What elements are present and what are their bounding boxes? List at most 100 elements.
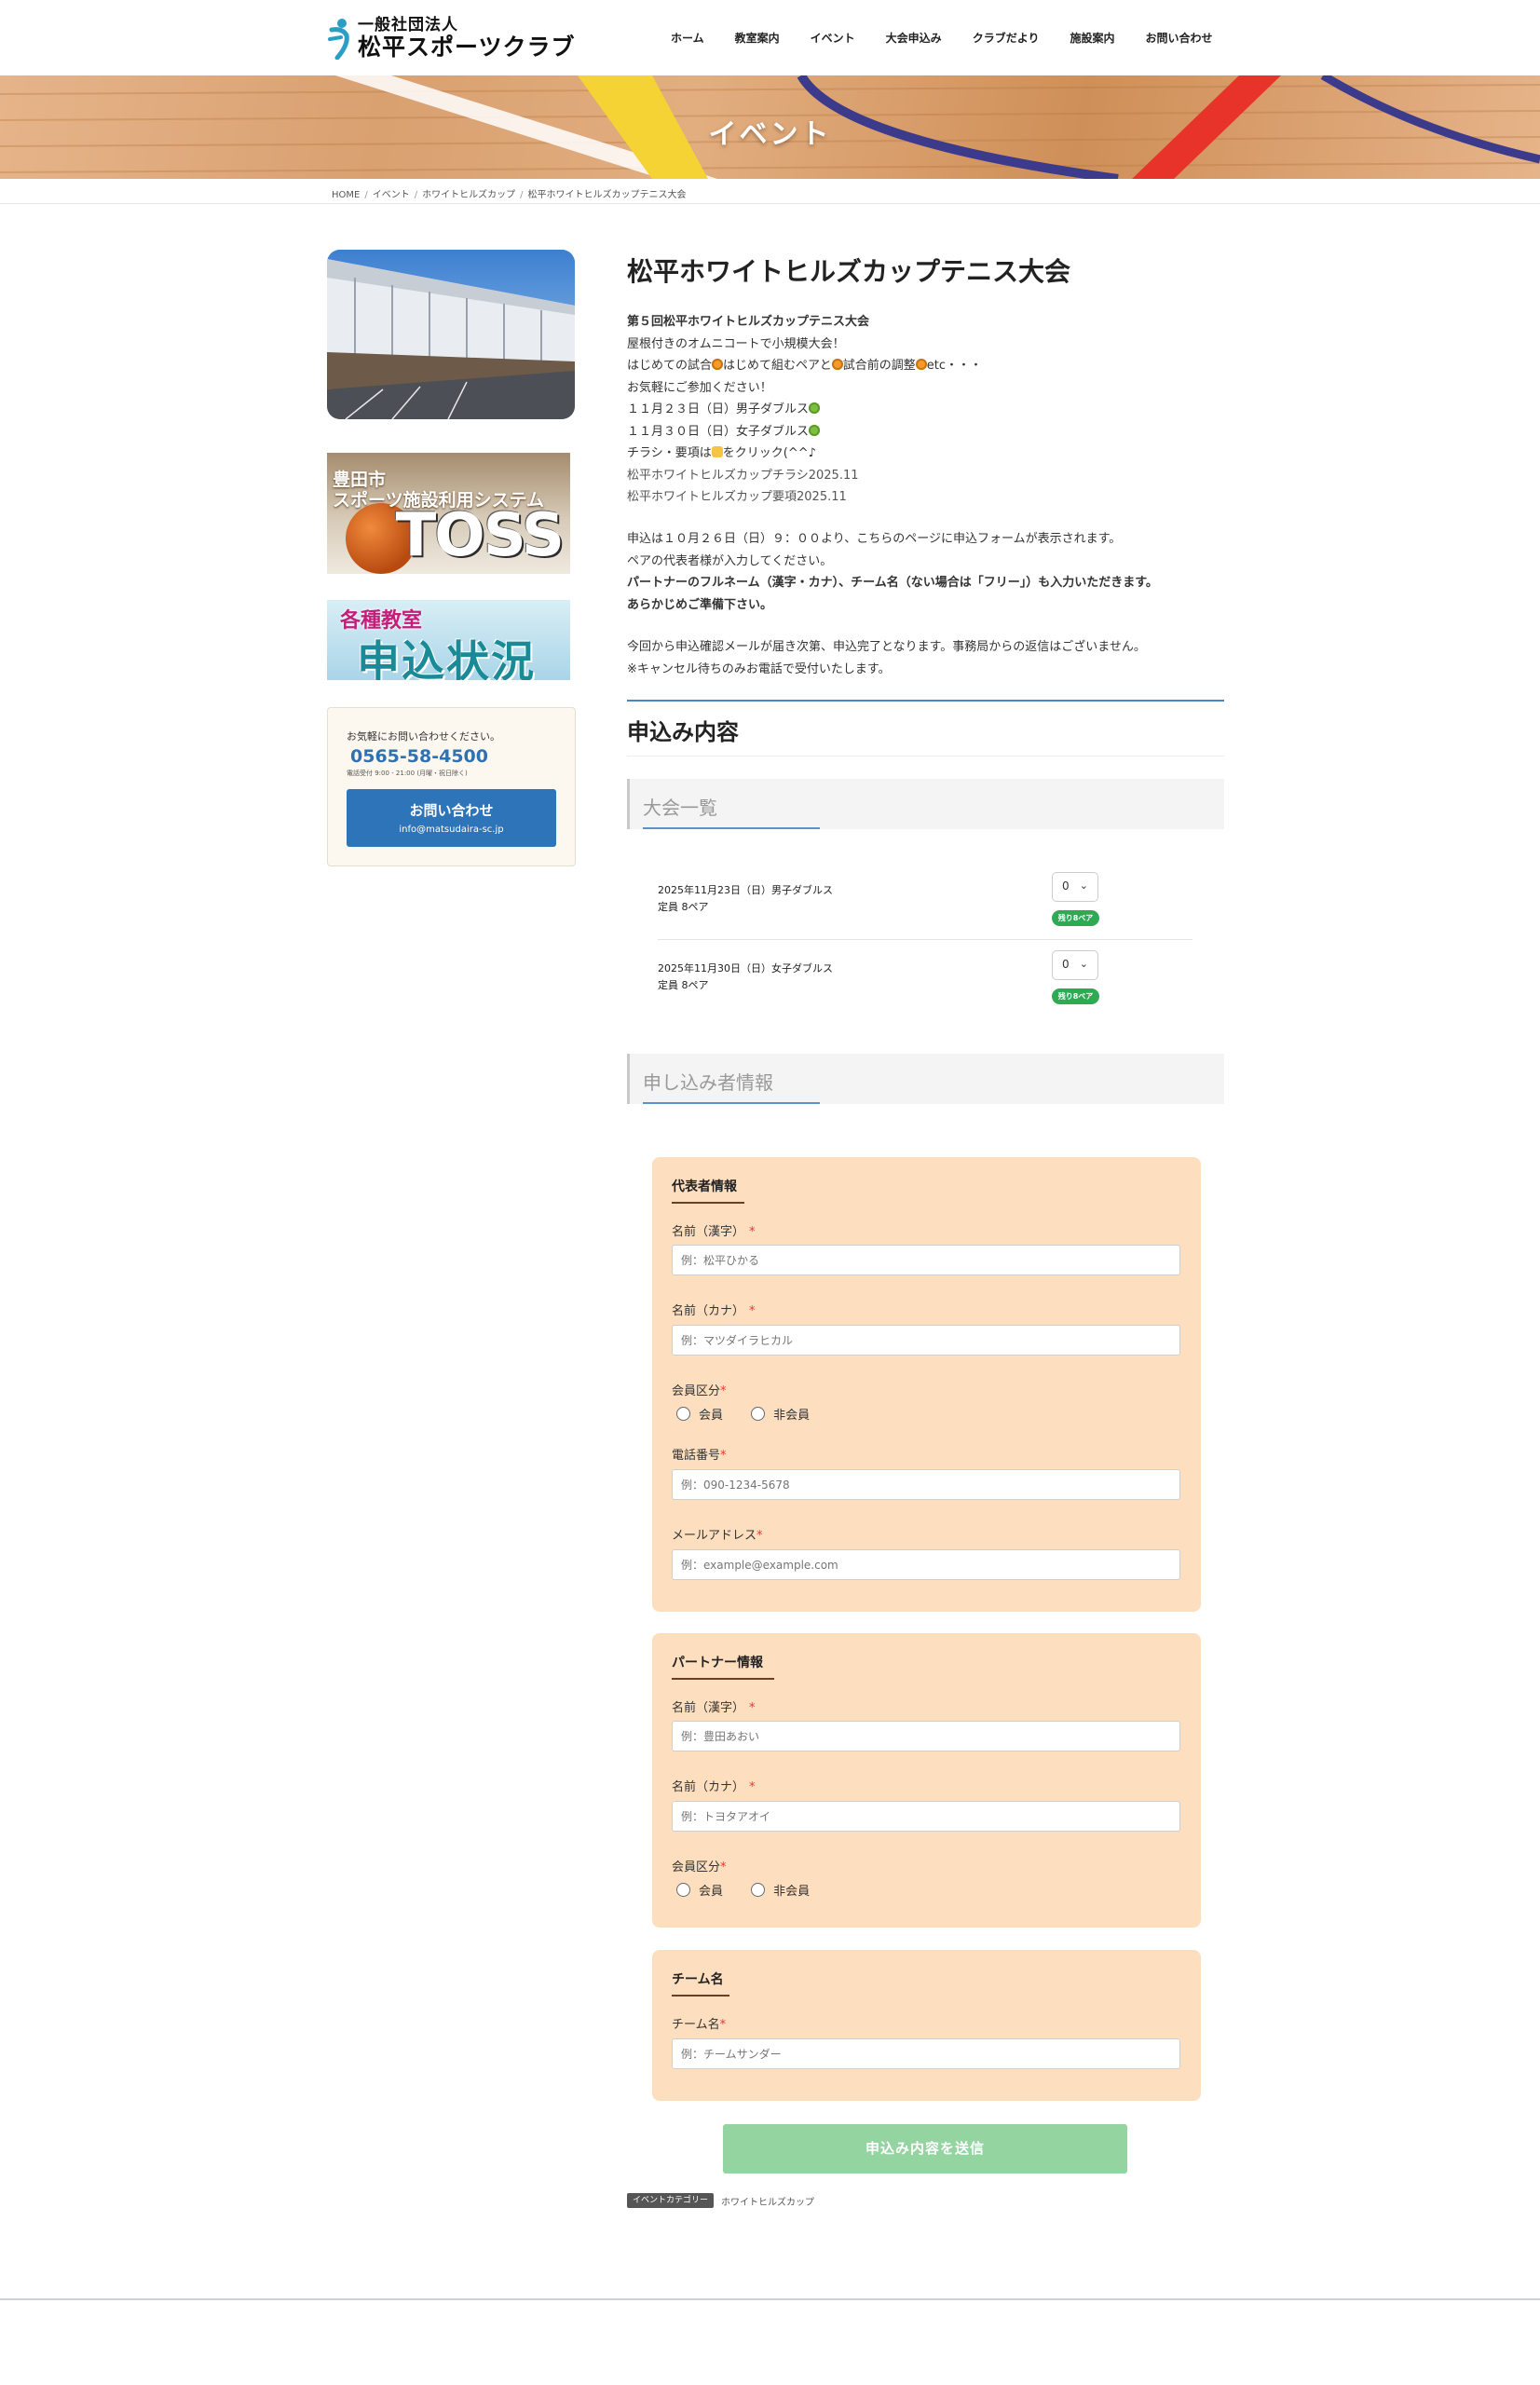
pointing-hand-icon: [711, 446, 723, 457]
breadcrumb: HOME / イベント / ホワイトヒルズカップ / 松平ホワイトヒルズカップテニス大会: [332, 190, 687, 200]
intro-line: １１月３０日（日）女子ダブルス: [627, 421, 982, 443]
logo-title: 松平スポーツクラブ: [358, 34, 576, 61]
entry-info: 申込は１０月２６日（日）９：００より、こちらのページに申込フォームが表示されます…: [627, 528, 1158, 616]
partner-non-member-radio[interactable]: [751, 1883, 766, 1897]
entry-info-line: パートナーのフルネーム（漢字・カナ）、チーム名（ない場合は「フリー」）も入力いた…: [627, 576, 1158, 590]
intro-heading: 第５回松平ホワイトヒルズカップテニス大会: [627, 315, 870, 329]
event-date: 2025年11月30日（日）女子ダブルス: [658, 962, 833, 974]
contact-phone[interactable]: 0565-58-4500: [350, 746, 488, 767]
intro-line: チラシ・要項は をクリック(^^♪: [627, 446, 816, 460]
entry-info-line: ペアの代表者様が入力してください。: [627, 553, 833, 568]
partner-member-radio[interactable]: [676, 1883, 690, 1897]
nav-classes[interactable]: 教室案内: [735, 30, 780, 46]
partner-name-kanji-input[interactable]: [672, 1721, 1180, 1751]
representative-title: 代表者情報: [672, 1179, 737, 1194]
contact-box: お気軽にお問い合わせください。 0565-58-4500 電話受付 9:00 -…: [327, 707, 576, 866]
events-heading-label: 大会一覧: [643, 797, 717, 819]
applicant-heading-underline: [643, 1102, 820, 1104]
representative-form: 代表者情報 名前（漢字）* 名前（カナ）* 会員区分* 会員 非会員 電話番号*…: [652, 1157, 1201, 1612]
member-radio-label[interactable]: 会員: [699, 1409, 723, 1423]
nav-facilities[interactable]: 施設案内: [1070, 30, 1114, 46]
non-member-radio-label[interactable]: 非会員: [773, 1409, 810, 1423]
page-title: 松平ホワイトヒルズカップテニス大会: [627, 256, 1071, 287]
nav-events[interactable]: イベント: [811, 30, 855, 46]
facility-photo: [327, 250, 575, 419]
guidelines-link[interactable]: 松平ホワイトヒルズカップ要項2025.11: [627, 486, 982, 509]
team-title: チーム名: [672, 1972, 724, 1987]
flyer-link[interactable]: 松平ホワイトヒルズカップチラシ2025.11: [627, 465, 982, 487]
email-label: メールアドレス*: [672, 1529, 763, 1543]
team-form: チーム名 チーム名*: [652, 1950, 1201, 2101]
breadcrumb-category[interactable]: ホワイトヒルズカップ: [422, 190, 515, 200]
partner-non-member-radio-label[interactable]: 非会員: [773, 1885, 810, 1899]
submit-button[interactable]: 申込み内容を送信: [723, 2124, 1127, 2174]
entry-info-line: あらかじめご準備下さい。: [627, 597, 773, 612]
tennis-ball-icon: [809, 424, 821, 436]
confirmation-line: 今回から申込確認メールが届き次第、申込完了となります。事務局からの返信はございま…: [627, 640, 1146, 654]
name-kana-input[interactable]: [672, 1325, 1180, 1356]
title-underline: [672, 1995, 729, 1997]
contact-intro: お気軽にお問い合わせください。: [347, 730, 500, 743]
category-link[interactable]: ホワイトヒルズカップ: [721, 2194, 814, 2208]
nav-home[interactable]: ホーム: [671, 30, 704, 46]
contact-button[interactable]: お問い合わせ info@matsudaira-sc.jp: [347, 789, 556, 847]
logo-subtitle: 一般社団法人: [358, 16, 458, 34]
contact-button-label: お問い合わせ: [409, 802, 494, 819]
breadcrumb-events[interactable]: イベント: [373, 190, 410, 200]
site-header: 一般社団法人 松平スポーツクラブ ホーム 教室案内 イベント 大会申込み クラブ…: [0, 0, 1540, 75]
chevron-down-icon: ⌄: [1079, 958, 1088, 970]
name-kana-label: 名前（カナ） *: [672, 1304, 756, 1318]
class-banner-title: 申込状況: [357, 636, 536, 680]
nav-contact[interactable]: お問い合わせ: [1145, 30, 1212, 46]
confirmation-line: ※キャンセル待ちのみお電話で受付いたします。: [627, 661, 891, 676]
breadcrumb-divider: [0, 203, 1540, 204]
title-underline: [672, 1678, 774, 1680]
toss-system-banner[interactable]: 豊田市 スポーツ施設利用システム TOSS: [327, 453, 570, 574]
basketball-emoji-icon: [712, 359, 724, 370]
tennis-ball-icon: [809, 402, 821, 414]
confirmation-info: 今回から申込確認メールが届き次第、申込完了となります。事務局からの返信はございま…: [627, 636, 1146, 680]
team-name-label: チーム名*: [672, 2018, 727, 2032]
partner-member-type-radios: 会員 非会員: [676, 1881, 834, 1899]
quantity-select[interactable]: 0 ⌄: [1052, 872, 1098, 902]
member-type-radios: 会員 非会員: [676, 1405, 834, 1423]
partner-name-kanji-label: 名前（漢字） *: [672, 1701, 756, 1715]
non-member-radio[interactable]: [751, 1407, 766, 1421]
hero-title: イベント: [708, 118, 832, 151]
breadcrumb-home[interactable]: HOME: [332, 190, 360, 200]
intro-line: 屋根付きのオムニコートで小規模大会！: [627, 336, 845, 351]
member-radio[interactable]: [676, 1407, 690, 1421]
event-capacity: 定員 8ペア: [658, 979, 709, 991]
member-type-label: 会員区分*: [672, 1384, 727, 1398]
partner-title: パートナー情報: [672, 1656, 763, 1670]
site-logo[interactable]: 一般社団法人 松平スポーツクラブ: [328, 17, 576, 60]
partner-name-kana-label: 名前（カナ） *: [672, 1780, 756, 1794]
contact-hours: 電話受付 9:00 - 21:00 (月曜・祝日除く): [347, 770, 468, 777]
partner-name-kana-input[interactable]: [672, 1801, 1180, 1832]
intro-line: はじめての試合 はじめて組むペアと 試合前の調整 etc・・・: [627, 359, 983, 373]
nav-club-news[interactable]: クラブだより: [973, 30, 1040, 46]
applicant-heading-label: 申し込み者情報: [643, 1071, 773, 1094]
team-name-input[interactable]: [672, 2038, 1180, 2069]
event-capacity: 定員 8ペア: [658, 901, 709, 913]
global-nav: ホーム 教室案内 イベント 大会申込み クラブだより 施設案内 お問い合わせ: [671, 30, 1243, 46]
logo-mark-icon: [328, 17, 352, 60]
footer-divider: [0, 2298, 1540, 2300]
partner-form: パートナー情報 名前（漢字）* 名前（カナ）* 会員区分* 会員 非会員: [652, 1633, 1201, 1928]
title-underline: [672, 1202, 744, 1204]
hero-banner: イベント: [0, 75, 1540, 179]
email-input[interactable]: [672, 1549, 1180, 1580]
phone-input[interactable]: [672, 1469, 1180, 1500]
quantity-select[interactable]: 0 ⌄: [1052, 950, 1098, 980]
name-kanji-input[interactable]: [672, 1245, 1180, 1275]
partner-member-radio-label[interactable]: 会員: [699, 1885, 723, 1899]
basketball-emoji-icon: [831, 359, 843, 370]
chevron-down-icon: ⌄: [1079, 879, 1088, 892]
nav-tournament-entry[interactable]: 大会申込み: [886, 30, 942, 46]
events-heading: 大会一覧: [627, 779, 1224, 829]
class-status-banner[interactable]: 各種教室 申込状況: [327, 600, 570, 680]
name-kanji-label: 名前（漢字） *: [672, 1225, 756, 1239]
remaining-badge: 残り8ペア: [1052, 988, 1099, 1004]
basketball-emoji-icon: [915, 359, 927, 370]
section-divider: [627, 700, 1224, 702]
